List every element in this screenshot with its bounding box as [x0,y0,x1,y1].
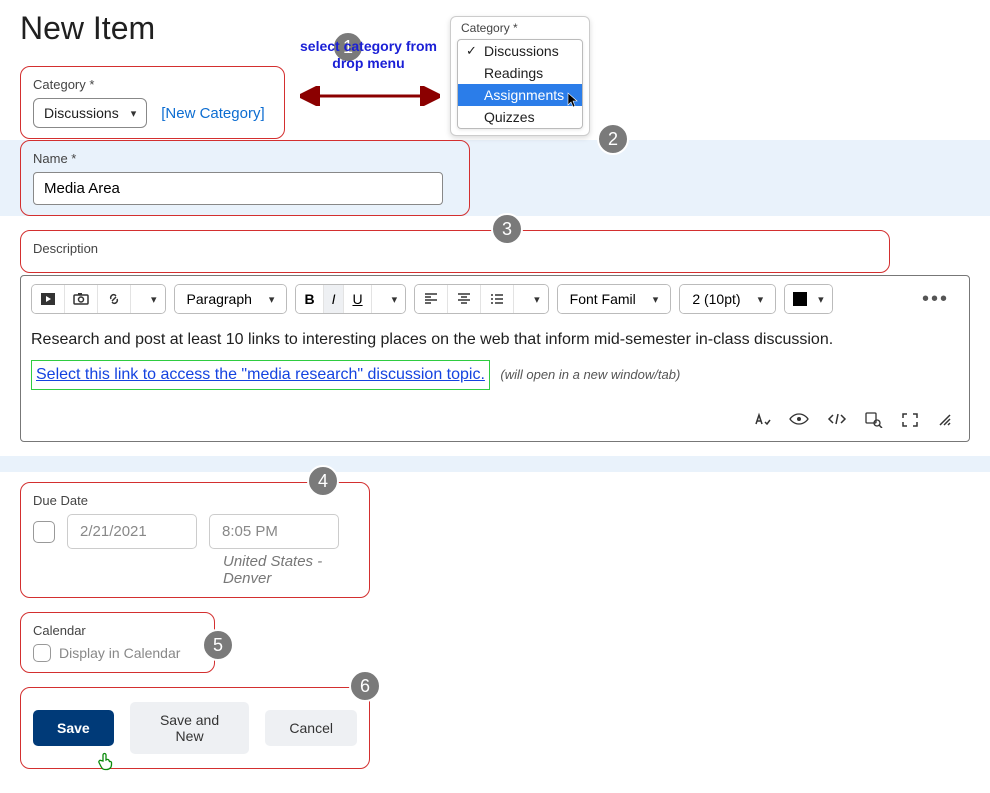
name-label: Name * [33,151,457,166]
description-link-box: Select this link to access the "media re… [31,360,490,390]
link-hint: (will open in a new window/tab) [500,367,680,382]
due-date-input[interactable]: 2/21/2021 [67,514,197,549]
band-separator [0,456,990,472]
italic-button[interactable]: I [324,285,345,313]
dropdown-option-quizzes[interactable]: Quizzes [458,106,582,128]
text-more-dropdown[interactable]: ▾ [372,285,406,313]
spellcheck-icon[interactable] [753,412,771,433]
dropdown-label: Category * [451,21,589,37]
annotation-select-category: select category from drop menu [300,38,437,72]
double-arrow-icon [300,86,440,106]
new-category-link[interactable]: [New Category] [161,105,264,122]
font-size-select[interactable]: 2 (10pt)▾ [680,285,775,313]
step-badge-3: 3 [491,213,523,245]
rich-text-editor: ▾ Paragraph▾ B I U ▾ ▾ Font Famil▾ 2 (10… [20,275,970,442]
name-section: 2 Name * [20,140,470,216]
calendar-label: Calendar [33,623,202,638]
underline-button[interactable]: U [344,285,371,313]
step-badge-4: 4 [307,465,339,497]
hand-cursor-icon [97,751,115,776]
header-region: New Item 1 Category * Discussions ▾ [New… [20,10,970,140]
source-code-icon[interactable] [827,412,847,433]
toolbar-overflow-icon[interactable]: ••• [912,288,959,311]
step-badge-6: 6 [349,670,381,702]
insert-media-icon[interactable] [32,285,65,313]
link-icon[interactable] [98,285,131,313]
font-family-select[interactable]: Font Famil▾ [558,285,671,313]
due-time-input[interactable]: 8:05 PM [209,514,339,549]
media-research-link[interactable]: Select this link to access the "media re… [36,366,485,383]
category-dropdown-open: Category * Discussions Readings Assignme… [450,16,590,136]
camera-icon[interactable] [65,285,98,313]
search-icon[interactable] [865,412,883,433]
description-text: Research and post at least 10 links to i… [31,328,959,352]
cursor-icon [567,92,581,111]
insert-more-dropdown[interactable]: ▾ [131,285,165,313]
description-label: Description [33,241,877,256]
category-selected-value: Discussions [44,105,119,121]
rte-body[interactable]: Research and post at least 10 links to i… [31,324,959,398]
name-input[interactable] [33,172,443,205]
display-calendar-label: Display in Calendar [59,645,180,661]
chevron-down-icon: ▾ [653,293,659,306]
rte-toolbar: ▾ Paragraph▾ B I U ▾ ▾ Font Famil▾ 2 (10… [31,284,959,314]
align-center-icon[interactable] [448,285,481,313]
buttons-section: 6 Save Save and New Cancel [20,687,370,769]
display-calendar-checkbox[interactable] [33,644,51,662]
dropdown-option-assignments[interactable]: Assignments [458,84,582,106]
preview-icon[interactable] [789,412,809,433]
rte-footer [31,398,959,433]
due-date-section: 4 Due Date 2/21/2021 8:05 PM United Stat… [20,482,370,598]
paragraph-select[interactable]: Paragraph▾ [175,285,287,313]
step-badge-2: 2 [597,123,629,155]
cancel-button[interactable]: Cancel [265,710,357,746]
resize-icon[interactable] [937,412,953,433]
chevron-down-icon: ▾ [269,293,275,306]
save-and-new-button[interactable]: Save and New [130,702,250,754]
chevron-down-icon: ▾ [131,107,137,120]
chevron-down-icon: ▾ [758,293,764,306]
description-section: 3 Description [20,230,890,273]
align-more-dropdown[interactable]: ▾ [514,285,548,313]
category-select[interactable]: Discussions ▾ [33,98,147,128]
due-date-checkbox[interactable] [33,521,55,543]
timezone-note: United States - Denver [223,553,357,587]
step-badge-5: 5 [202,629,234,661]
dropdown-option-readings[interactable]: Readings [458,62,582,84]
category-label: Category * [33,77,272,92]
dropdown-option-discussions[interactable]: Discussions [458,40,582,62]
align-left-icon[interactable] [415,285,448,313]
calendar-section: 5 Calendar Display in Calendar [20,612,215,673]
bold-button[interactable]: B [296,285,323,313]
category-section: 1 Category * Discussions ▾ [New Category… [20,66,285,139]
color-picker[interactable]: ▾ [785,285,832,313]
name-band: 2 Name * [0,140,990,216]
save-button[interactable]: Save [33,710,114,746]
fullscreen-icon[interactable] [901,412,919,433]
list-icon[interactable] [481,285,514,313]
due-date-label: Due Date [33,493,357,508]
